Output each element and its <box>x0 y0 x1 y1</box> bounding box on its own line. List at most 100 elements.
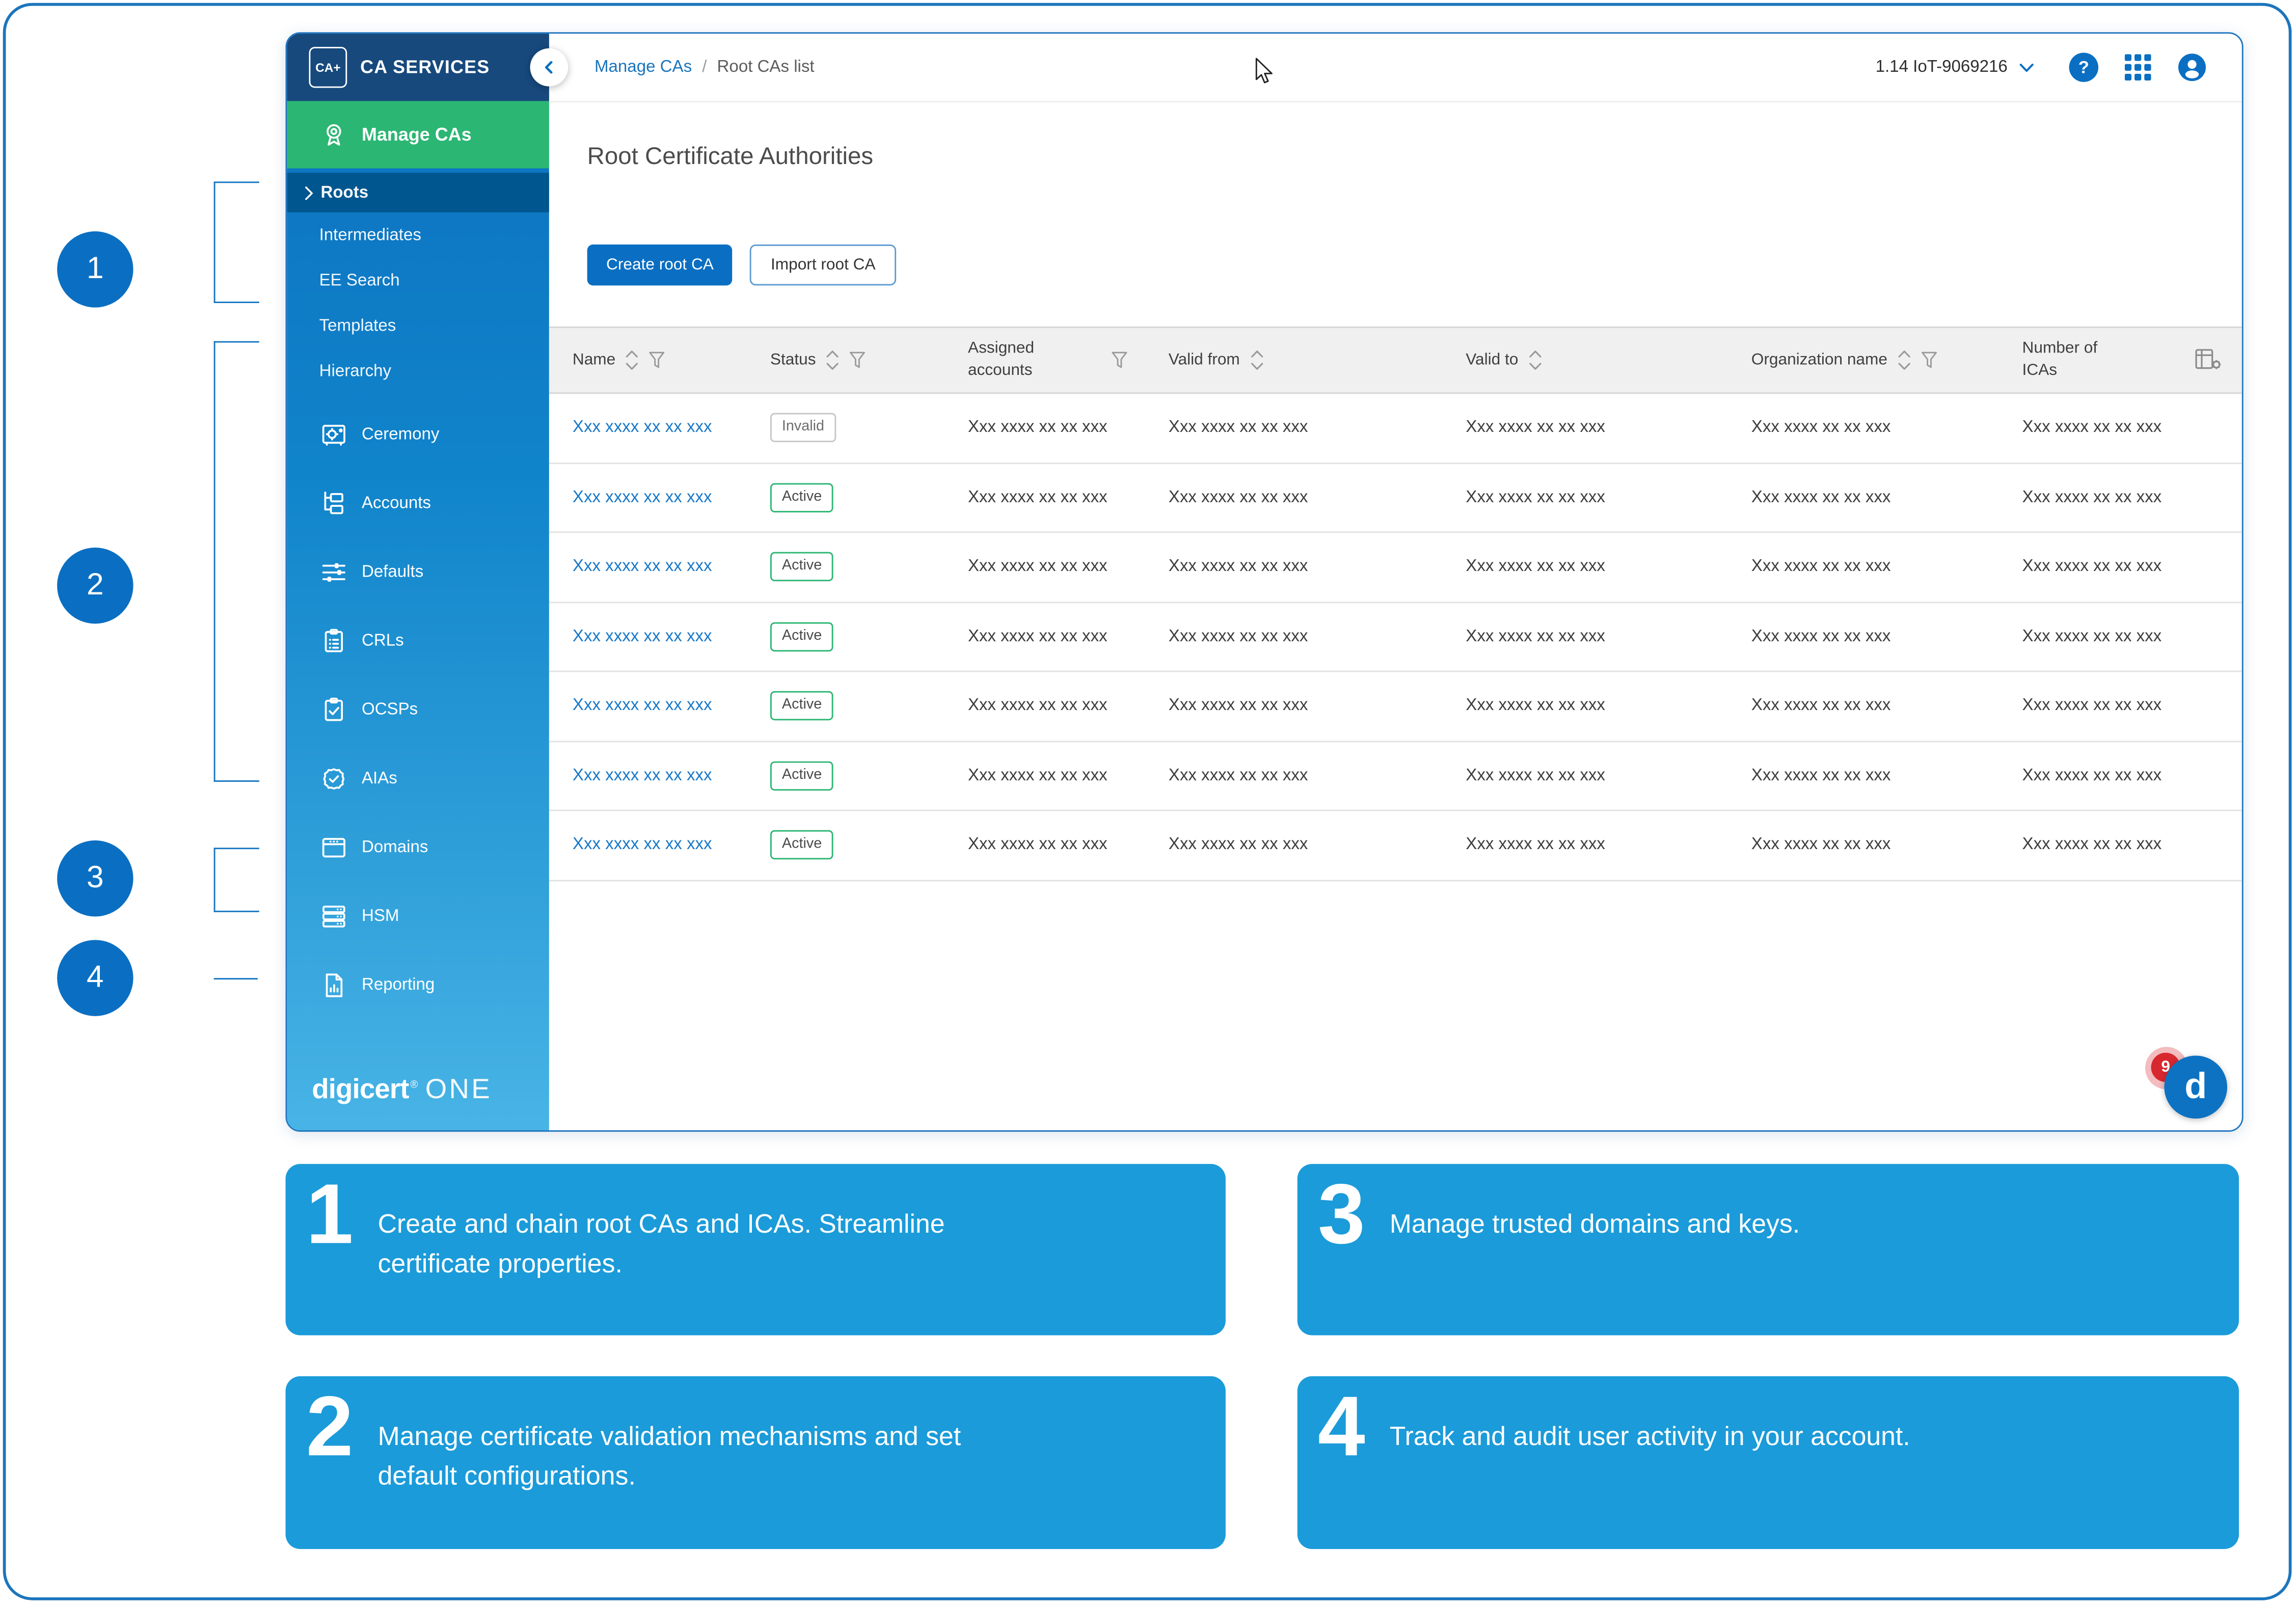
filter-icon[interactable] <box>1921 351 1937 369</box>
sidebar-subitem[interactable]: EE Search <box>287 258 549 303</box>
chat-launcher-button[interactable]: d <box>2164 1055 2227 1119</box>
sort-icon[interactable] <box>1250 350 1263 370</box>
ca-name-link[interactable]: Xxx xxxx xx xx xxx <box>573 767 712 784</box>
one-wordmark: ONE <box>425 1075 492 1105</box>
page-title: Root Certificate Authorities <box>587 144 2242 172</box>
ca-name-link[interactable]: Xxx xxxx xx xx xxx <box>573 488 712 506</box>
status-cell: Active <box>747 691 944 720</box>
sidebar-item-label: CRLs <box>362 632 404 649</box>
table-row: Xxx xxxx xx xx xxx Active Xxx xxxx xx xx… <box>549 672 2242 742</box>
help-icon[interactable]: ? <box>2069 52 2098 81</box>
table-row: Xxx xxxx xx xx xxx Active Xxx xxxx xx xx… <box>549 811 2242 881</box>
breadcrumb-separator: / <box>702 59 707 76</box>
digicert-wordmark: digicert <box>312 1075 409 1105</box>
main-area: Manage CAs / Root CAs list 1.14 IoT-9069… <box>549 34 2242 1130</box>
sort-icon[interactable] <box>1529 350 1542 370</box>
breadcrumb-link-manage-cas[interactable]: Manage CAs <box>595 59 692 76</box>
column-header[interactable]: Valid from <box>1145 350 1443 370</box>
column-header[interactable]: Valid to <box>1442 350 1728 370</box>
valid-from-cell: Xxx xxxx xx xx xxx <box>1145 488 1443 506</box>
organization-name-cell: Xxx xxxx xx xx xxx <box>1728 628 1999 645</box>
valid-from-cell: Xxx xxxx xx xx xxx <box>1145 628 1443 645</box>
filter-icon[interactable] <box>649 351 665 369</box>
ca-name-link[interactable]: Xxx xxxx xx xx xxx <box>573 628 712 645</box>
status-cell: Active <box>747 831 944 860</box>
assigned-accounts-cell: Xxx xxxx xx xx xxx <box>944 767 1145 784</box>
table-row: Xxx xxxx xx xx xxx Active Xxx xxxx xx xx… <box>549 742 2242 811</box>
clipboard-list-icon <box>320 628 347 654</box>
app-title: CA SERVICES <box>360 57 490 77</box>
legend-card: 3 Manage trusted domains and keys. <box>1298 1164 2239 1335</box>
sidebar-subitem[interactable]: Hierarchy <box>287 348 549 394</box>
sidebar-item[interactable]: Ceremony <box>287 400 549 469</box>
sidebar-collapse-button[interactable] <box>530 48 569 87</box>
assigned-accounts-cell: Xxx xxxx xx xx xxx <box>944 697 1145 715</box>
sidebar-item[interactable]: Domains <box>287 812 549 881</box>
valid-from-cell: Xxx xxxx xx xx xxx <box>1145 419 1443 437</box>
number-of-icas-cell: Xxx xxxx xx xx xxx <box>1999 767 2183 784</box>
version-selector[interactable]: 1.14 IoT-9069216 <box>1876 59 2034 76</box>
column-header[interactable]: Assigned accounts <box>944 338 1145 382</box>
app-logo: CA+ CA SERVICES <box>287 34 549 101</box>
column-label: Assigned accounts <box>968 338 1053 382</box>
sidebar-subitem[interactable]: Intermediates <box>287 212 549 258</box>
sidebar-subitem[interactable]: Templates <box>287 303 549 348</box>
column-header[interactable]: Name <box>549 350 747 370</box>
top-bar-actions: 1.14 IoT-9069216 ? <box>1876 52 2242 81</box>
organization-name-cell: Xxx xxxx xx xx xxx <box>1728 558 1999 576</box>
status-badge: Active <box>770 691 833 720</box>
ca-name-link[interactable]: Xxx xxxx xx xx xxx <box>573 419 712 437</box>
create-root-ca-button[interactable]: Create root CA <box>587 244 733 285</box>
filter-icon[interactable] <box>1112 351 1128 369</box>
sidebar-item-label: Reporting <box>362 976 435 993</box>
chevron-right-icon <box>305 185 313 200</box>
account-icon[interactable] <box>2177 52 2206 81</box>
sidebar-item[interactable]: Defaults <box>287 537 549 606</box>
legend-card-text: Create and chain root CAs and ICAs. Stre… <box>378 1205 1030 1283</box>
valid-from-cell: Xxx xxxx xx xx xxx <box>1145 558 1443 576</box>
browser-icon <box>320 834 347 860</box>
sort-icon[interactable] <box>826 350 840 370</box>
import-root-ca-button[interactable]: Import root CA <box>750 244 896 285</box>
sidebar-item[interactable]: OCSPs <box>287 675 549 744</box>
column-header[interactable]: Number of ICAs <box>1999 338 2183 382</box>
column-header[interactable]: Organization name <box>1728 350 1999 370</box>
valid-to-cell: Xxx xxxx xx xx xxx <box>1442 836 1728 854</box>
sort-icon[interactable] <box>626 350 639 370</box>
sidebar-item[interactable]: HSM <box>287 881 549 950</box>
number-of-icas-cell: Xxx xxxx xx xx xxx <box>1999 419 2183 437</box>
apps-grid-icon[interactable] <box>2125 54 2151 80</box>
valid-to-cell: Xxx xxxx xx xx xxx <box>1442 558 1728 576</box>
status-cell: Active <box>747 483 944 512</box>
ca-name-link[interactable]: Xxx xxxx xx xx xxx <box>573 558 712 576</box>
filter-icon[interactable] <box>850 351 866 369</box>
callout-number: 4 <box>57 940 133 1016</box>
mouse-cursor-icon <box>1255 57 1274 92</box>
column-settings-icon[interactable] <box>2195 348 2223 372</box>
column-header[interactable]: Status <box>747 350 944 370</box>
breadcrumb: Manage CAs / Root CAs list <box>595 59 815 76</box>
sidebar-item[interactable]: Accounts <box>287 469 549 537</box>
sort-icon[interactable] <box>1898 350 1911 370</box>
sidebar-item-manage-cas[interactable]: Manage CAs <box>287 101 549 168</box>
root-ca-table: Name Status <box>549 327 2242 881</box>
sidebar-item[interactable]: AIAs <box>287 744 549 812</box>
organization-name-cell: Xxx xxxx xx xx xxx <box>1728 419 1999 437</box>
award-ribbon-icon <box>320 122 347 148</box>
sidebar-item[interactable]: CRLs <box>287 606 549 675</box>
sidebar-subitem-label: EE Search <box>319 271 400 289</box>
callout-number: 2 <box>57 548 133 623</box>
ca-name-link[interactable]: Xxx xxxx xx xx xxx <box>573 836 712 854</box>
status-badge: Active <box>770 761 833 790</box>
callout-bracket-1 <box>214 181 259 303</box>
table-row: Xxx xxxx xx xx xxx Active Xxx xxxx xx xx… <box>549 533 2242 603</box>
assigned-accounts-cell: Xxx xxxx xx xx xxx <box>944 558 1145 576</box>
column-label: Organization name <box>1751 351 1887 369</box>
name-cell: Xxx xxxx xx xx xxx <box>549 488 747 506</box>
callout-bracket-3 <box>214 848 259 912</box>
organization-name-cell: Xxx xxxx xx xx xxx <box>1728 488 1999 506</box>
name-cell: Xxx xxxx xx xx xxx <box>549 419 747 437</box>
sidebar-subitem[interactable]: Roots <box>287 173 549 212</box>
ca-name-link[interactable]: Xxx xxxx xx xx xxx <box>573 697 712 715</box>
sidebar-item[interactable]: Reporting <box>287 950 549 1019</box>
